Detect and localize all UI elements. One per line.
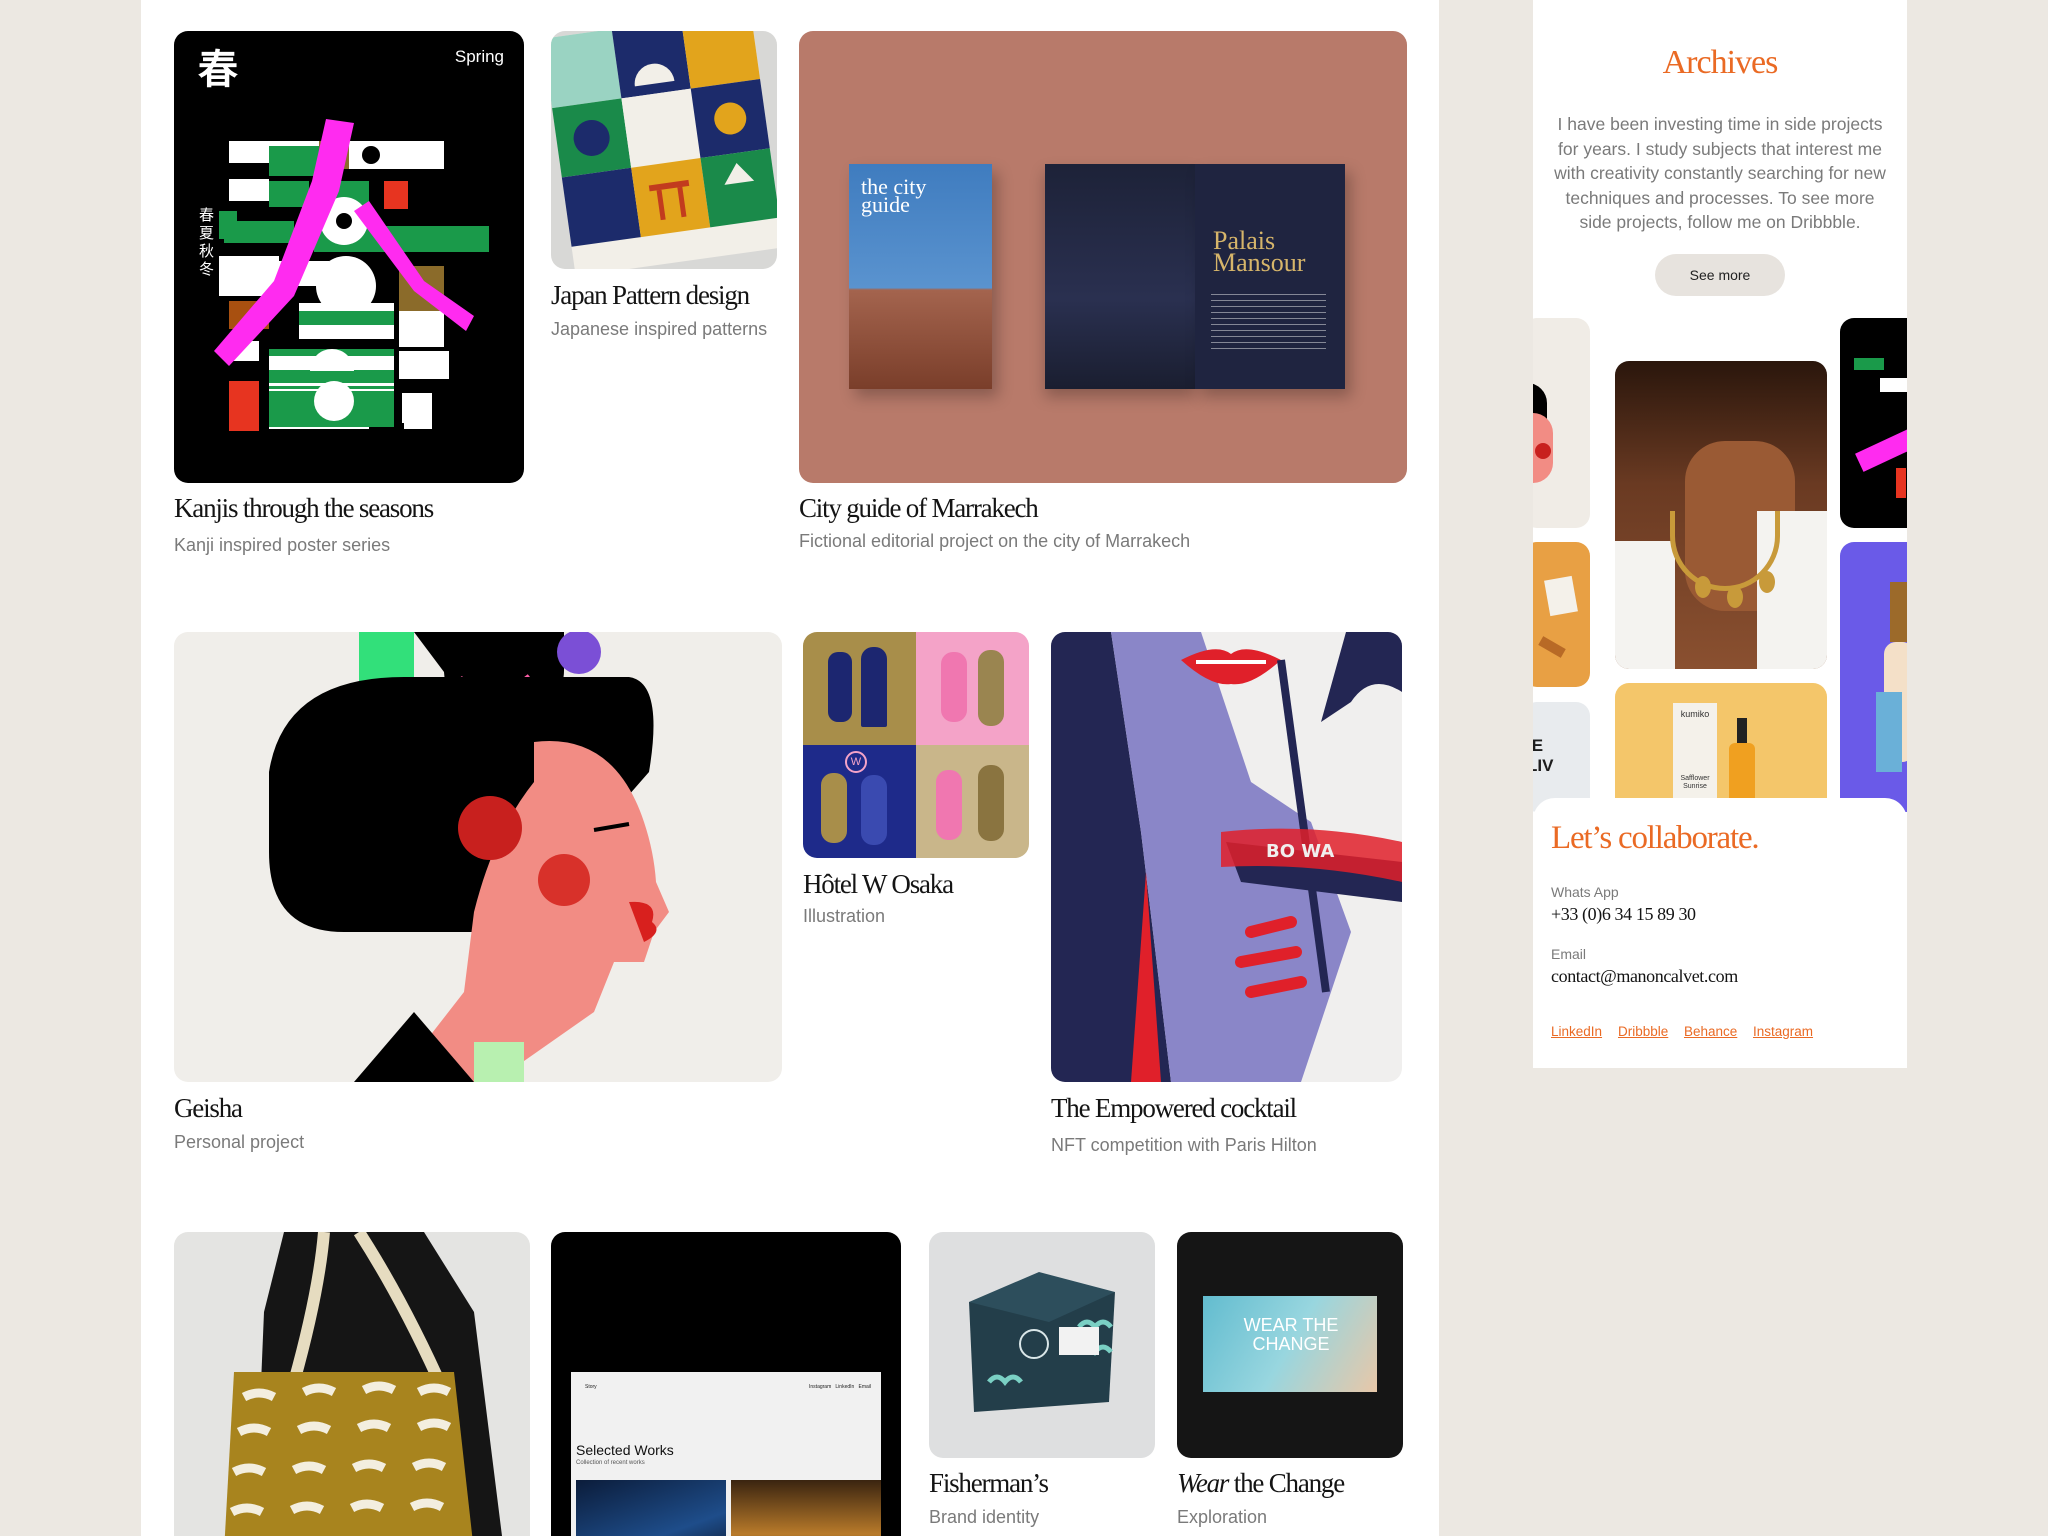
project-title[interactable]: Wear the Change xyxy=(1177,1468,1345,1499)
project-subtitle: Fictional editorial project on the city … xyxy=(799,531,1191,551)
archive-thumb-type-poster[interactable]: IE LIV xyxy=(1533,702,1590,812)
project-title-rest: the Change xyxy=(1228,1468,1345,1498)
archive-thumb-orange-product[interactable] xyxy=(1533,542,1590,687)
project-subtitle: Brand identity xyxy=(929,1507,1040,1527)
wear-screen: WEAR THE CHANGE xyxy=(1203,1296,1377,1392)
whatsapp-label: Whats App xyxy=(1551,884,1619,900)
mockup-nav: Instagram LinkedIn Email xyxy=(809,1384,871,1390)
japan-pattern-image[interactable] xyxy=(551,31,777,269)
project-title[interactable]: Fisherman’s xyxy=(929,1468,1049,1499)
geisha-image[interactable] xyxy=(174,632,782,1082)
selected-works-image[interactable]: Story Instagram LinkedIn Email Selected … xyxy=(551,1232,901,1536)
tote-bag-image[interactable] xyxy=(174,1232,530,1536)
archives-description: I have been investing time in side proje… xyxy=(1554,114,1886,232)
archive-thumb-violet[interactable] xyxy=(1840,542,1907,812)
contact-title: Let’s collaborate. xyxy=(1551,820,1760,856)
mockup-subheading: Collection of recent works xyxy=(576,1460,645,1466)
wear-screen-text: WEAR THE CHANGE xyxy=(1243,1315,1339,1354)
contact-section: Let’s collaborate. Whats App +33 (0)6 34… xyxy=(1533,798,1907,1068)
project-title[interactable]: Geisha xyxy=(174,1093,243,1124)
archives-panel: Archives I have been investing time in s… xyxy=(1533,0,1907,1068)
archive-thumb-necklace[interactable] xyxy=(1615,361,1827,669)
behance-link[interactable]: Behance xyxy=(1684,1024,1737,1039)
portfolio-grid: 春 Spring 春夏秋冬 Kanjis through the seasons… xyxy=(141,0,1439,1536)
project-title[interactable]: Japan Pattern design xyxy=(551,280,750,311)
poster-side-kanji: 春夏秋冬 xyxy=(199,207,215,278)
project-title[interactable]: The Empowered cocktail xyxy=(1051,1093,1297,1124)
linkedin-link[interactable]: LinkedIn xyxy=(1551,1024,1602,1039)
mockup-thumb-1 xyxy=(576,1480,726,1536)
project-subtitle: Personal project xyxy=(174,1132,305,1152)
dribbble-link[interactable]: Dribbble xyxy=(1618,1024,1668,1039)
project-subtitle: Exploration xyxy=(1177,1507,1268,1527)
project-title[interactable]: Kanjis through the seasons xyxy=(174,493,434,524)
archive-thumb-kanji[interactable] xyxy=(1840,318,1907,528)
whatsapp-number[interactable]: +33 (0)6 34 15 89 30 xyxy=(1551,904,1696,925)
tile-pink xyxy=(916,632,1029,745)
see-more-button[interactable]: See more xyxy=(1655,254,1785,296)
tile-gold xyxy=(803,632,916,745)
kanji-poster-image[interactable]: 春 Spring 春夏秋冬 xyxy=(174,31,524,483)
magazine-spread-right: Palais Mansour xyxy=(1195,164,1345,389)
tile-navy: W xyxy=(803,745,916,858)
project-subtitle: Japanese inspired patterns xyxy=(551,319,768,339)
magazine-spread-left xyxy=(1045,164,1195,389)
email-label: Email xyxy=(1551,946,1587,962)
archives-title: Archives xyxy=(1662,44,1779,81)
hotel-w-image[interactable]: W xyxy=(803,632,1029,858)
tile-beige xyxy=(916,745,1029,858)
mockup-thumb-2 xyxy=(731,1480,881,1536)
spread-body-text xyxy=(1211,294,1326,354)
partial-poster-text: IE LIV xyxy=(1533,736,1554,775)
cover-title: the city guide xyxy=(861,174,927,217)
spread-title: Palais Mansour xyxy=(1213,226,1306,277)
project-subtitle: NFT competition with Paris Hilton xyxy=(1051,1135,1317,1155)
instagram-link[interactable]: Instagram xyxy=(1753,1024,1813,1039)
safflower-label: Safflower Sunrise xyxy=(1680,775,1710,790)
project-subtitle: Kanji inspired poster series xyxy=(174,535,391,555)
archive-thumb-face[interactable] xyxy=(1533,318,1590,528)
w-logo-badge: W xyxy=(845,751,867,773)
wear-the-change-image[interactable]: WEAR THE CHANGE xyxy=(1177,1232,1403,1458)
fishermans-image[interactable] xyxy=(929,1232,1155,1458)
kumiko-label: kumiko xyxy=(1680,709,1710,719)
project-title[interactable]: Hôtel W Osaka xyxy=(803,869,954,900)
glass-text: BO WA xyxy=(1266,841,1334,862)
mockup-heading: Selected Works xyxy=(576,1442,674,1458)
email-address[interactable]: contact@manoncalvet.com xyxy=(1551,966,1738,987)
archive-thumb-kumiko[interactable]: kumiko Safflower Sunrise xyxy=(1615,683,1827,813)
project-title-emphasis: Wear xyxy=(1177,1468,1229,1498)
city-guide-image[interactable]: the city guide Palais Mansour xyxy=(799,31,1407,483)
poster-kanji: 春 xyxy=(198,48,238,92)
project-title[interactable]: City guide of Marrakech xyxy=(799,493,1039,524)
website-mockup: Story Instagram LinkedIn Email Selected … xyxy=(571,1372,881,1536)
poster-season-label: Spring xyxy=(454,47,504,66)
cocktail-image[interactable]: BO WA xyxy=(1051,632,1402,1082)
mockup-logo: Story xyxy=(585,1384,597,1390)
magazine-cover: the city guide xyxy=(849,164,992,389)
project-subtitle: Illustration xyxy=(803,906,886,926)
